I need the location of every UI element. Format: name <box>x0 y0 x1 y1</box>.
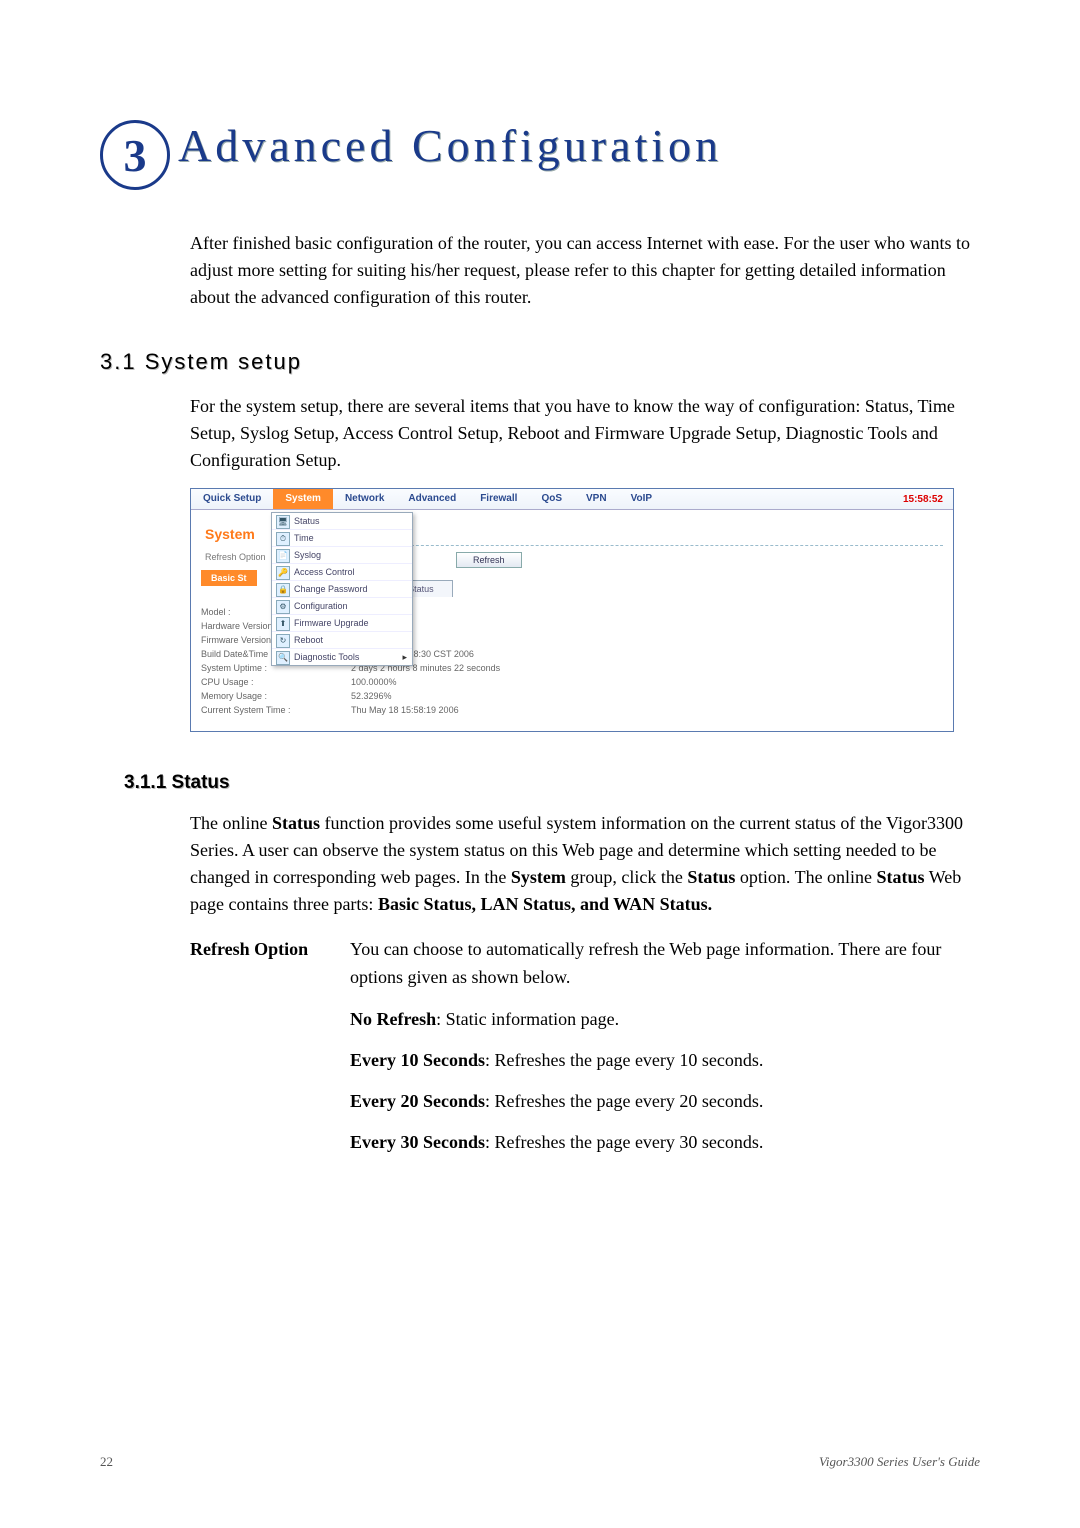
config-icon: ⚙ <box>276 600 290 614</box>
stat-cpu-value: 100.0000% <box>351 677 397 687</box>
opt-bold: Every 20 Seconds <box>350 1091 485 1111</box>
top-nav: Quick Setup System Network Advanced Fire… <box>191 489 953 510</box>
dd-status-label: Status <box>294 516 320 526</box>
refresh-opt-none: No Refresh: Static information page. <box>350 1006 980 1033</box>
reboot-icon: ↻ <box>276 634 290 648</box>
dd-reboot[interactable]: ↻ Reboot <box>272 631 412 648</box>
dd-config-label: Configuration <box>294 601 348 611</box>
stat-systime-value: Thu May 18 15:58:19 2006 <box>351 705 459 715</box>
dd-firmware-label: Firmware Upgrade <box>294 618 369 628</box>
chapter-number-badge: 3 <box>100 120 170 190</box>
opt-bold: Every 30 Seconds <box>350 1132 485 1152</box>
body-bold: Basic Status, LAN Status, and WAN Status… <box>378 894 712 914</box>
dd-time[interactable]: ⏱ Time <box>272 529 412 546</box>
dd-configuration[interactable]: ⚙ Configuration <box>272 597 412 614</box>
body-text: option. The online <box>735 867 876 887</box>
chevron-right-icon: ▸ <box>402 652 407 663</box>
stat-cpu-label: CPU Usage : <box>201 677 351 687</box>
dd-syslog[interactable]: 📄 Syslog <box>272 546 412 563</box>
password-icon: 🔒 <box>276 583 290 597</box>
firmware-icon: ⬆ <box>276 617 290 631</box>
nav-vpn[interactable]: VPN <box>574 489 619 509</box>
refresh-opt-20: Every 20 Seconds: Refreshes the page eve… <box>350 1088 980 1115</box>
section-3-1-1-body: The online Status function provides some… <box>190 810 980 918</box>
refresh-option-term: Refresh Option <box>190 936 350 992</box>
page-number: 22 <box>100 1454 113 1470</box>
body-bold: Status <box>272 813 320 833</box>
refresh-option-definition: Refresh Option You can choose to automat… <box>190 936 980 992</box>
dd-reboot-label: Reboot <box>294 635 323 645</box>
chapter-intro: After finished basic configuration of th… <box>190 230 980 311</box>
body-bold: Status <box>687 867 735 887</box>
chapter-title: Advanced Configuration <box>178 119 722 172</box>
dd-diag-label: Diagnostic Tools <box>294 652 359 662</box>
opt-bold: No Refresh <box>350 1009 436 1029</box>
opt-rest: : Static information page. <box>436 1009 619 1029</box>
body-text: group, click the <box>566 867 687 887</box>
status-icon: 🖥 <box>276 515 290 529</box>
basic-status-tab[interactable]: Basic St <box>201 570 257 586</box>
dd-firmware-upgrade[interactable]: ⬆ Firmware Upgrade <box>272 614 412 631</box>
syslog-icon: 📄 <box>276 549 290 563</box>
diag-icon: 🔍 <box>276 651 290 665</box>
nav-voip[interactable]: VoIP <box>619 489 664 509</box>
dd-access-control[interactable]: 🔑 Access Control <box>272 563 412 580</box>
nav-advanced[interactable]: Advanced <box>396 489 468 509</box>
system-dropdown: 🖥 Status ⏱ Time 📄 Syslog 🔑 Access Control 🔒 C… <box>271 512 413 666</box>
nav-system[interactable]: System <box>273 489 333 509</box>
opt-rest: : Refreshes the page every 10 seconds. <box>485 1050 763 1070</box>
time-icon: ⏱ <box>276 532 290 546</box>
nav-quick-setup[interactable]: Quick Setup <box>191 489 273 509</box>
body-bold: System <box>511 867 566 887</box>
opt-bold: Every 10 Seconds <box>350 1050 485 1070</box>
nav-qos[interactable]: QoS <box>529 489 574 509</box>
opt-rest: : Refreshes the page every 30 seconds. <box>485 1132 763 1152</box>
body-text: The online <box>190 813 272 833</box>
stat-cpu: CPU Usage :100.0000% <box>201 675 943 689</box>
stat-systime-label: Current System Time : <box>201 705 351 715</box>
refresh-option-desc: You can choose to automatically refresh … <box>350 936 980 992</box>
dd-diagnostic-tools[interactable]: 🔍 Diagnostic Tools ▸ <box>272 648 412 665</box>
dd-syslog-label: Syslog <box>294 550 321 560</box>
chapter-heading: 3 Advanced Configuration <box>100 110 980 180</box>
guide-title: Vigor3300 Series User's Guide <box>819 1454 980 1470</box>
dd-password-label: Change Password <box>294 584 368 594</box>
section-3-1-body: For the system setup, there are several … <box>190 393 980 474</box>
dd-time-label: Time <box>294 533 314 543</box>
refresh-opt-10: Every 10 Seconds: Refreshes the page eve… <box>350 1047 980 1074</box>
section-3-1-1-heading: 3.1.1 Status <box>124 772 980 794</box>
stat-systime: Current System Time :Thu May 18 15:58:19… <box>201 703 943 717</box>
dd-status[interactable]: 🖥 Status <box>272 513 412 529</box>
opt-rest: : Refreshes the page every 20 seconds. <box>485 1091 763 1111</box>
stat-memory-value: 52.3296% <box>351 691 392 701</box>
access-icon: 🔑 <box>276 566 290 580</box>
nav-network[interactable]: Network <box>333 489 396 509</box>
page-footer: 22 Vigor3300 Series User's Guide <box>100 1454 980 1470</box>
router-ui-screenshot: Quick Setup System Network Advanced Fire… <box>190 488 954 732</box>
body-bold: Status <box>877 867 925 887</box>
dd-access-label: Access Control <box>294 567 355 577</box>
stat-memory-label: Memory Usage : <box>201 691 351 701</box>
nav-firewall[interactable]: Firewall <box>468 489 529 509</box>
refresh-button[interactable]: Refresh <box>456 552 522 568</box>
section-3-1-heading: 3.1 System setup <box>100 349 980 375</box>
stat-memory: Memory Usage :52.3296% <box>201 689 943 703</box>
dd-change-password[interactable]: 🔒 Change Password <box>272 580 412 597</box>
refresh-opt-30: Every 30 Seconds: Refreshes the page eve… <box>350 1129 980 1156</box>
separator <box>336 544 943 546</box>
clock-display: 15:58:52 <box>903 494 953 505</box>
